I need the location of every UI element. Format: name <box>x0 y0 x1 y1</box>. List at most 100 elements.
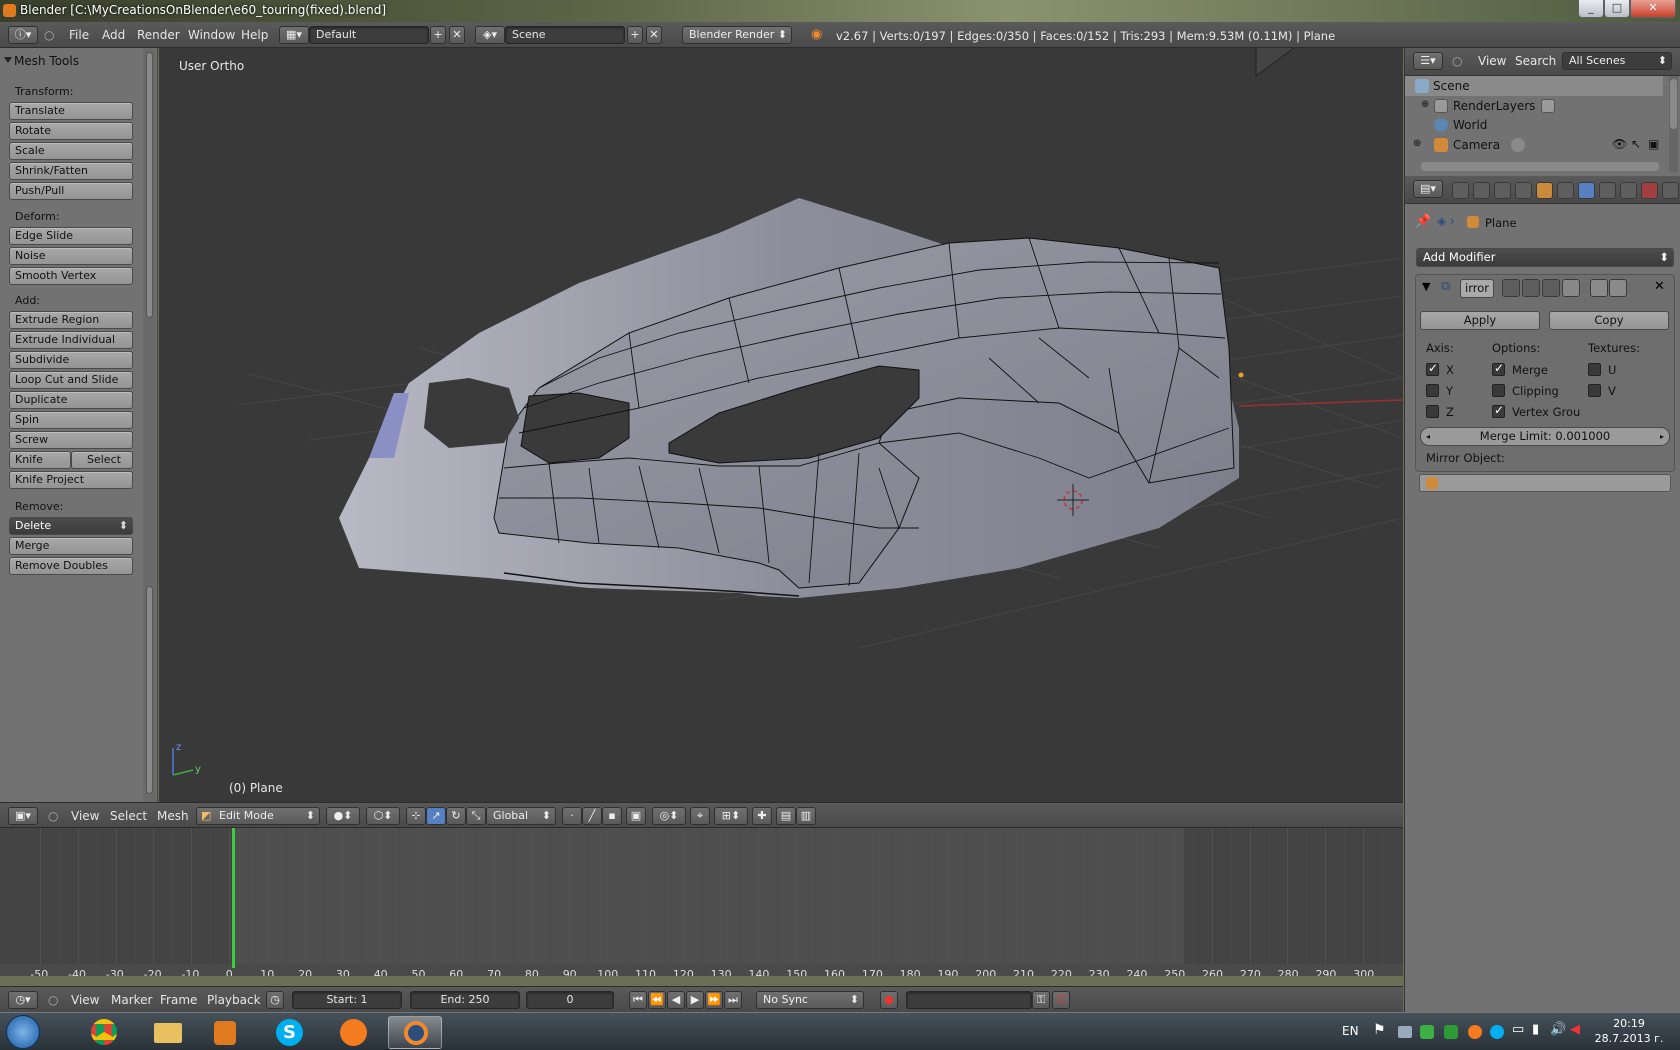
duplicate-button[interactable]: Duplicate <box>9 391 133 409</box>
snap-target-icon[interactable]: ✚ <box>752 807 772 825</box>
scene-field[interactable]: Scene <box>505 26 625 44</box>
knife-button[interactable]: Knife <box>9 451 71 469</box>
rotate-manipulator-icon[interactable]: ↻ <box>446 807 466 825</box>
remove-modifier-icon[interactable]: ✕ <box>1654 279 1665 294</box>
merge-checkbox[interactable] <box>1492 361 1505 376</box>
add-modifier-dropdown[interactable]: Add Modifier ⬍ <box>1416 248 1674 267</box>
tray-green2-icon[interactable] <box>1444 1025 1458 1039</box>
texture-u-checkbox[interactable] <box>1588 363 1601 376</box>
proportional-edit-dropdown[interactable]: ◎⬍ <box>652 807 686 825</box>
extrude-individual-button[interactable]: Extrude Individual <box>9 331 133 349</box>
scroll-thumb[interactable] <box>146 52 153 318</box>
editor-type-properties-icon[interactable]: ▤▾ <box>1413 180 1443 198</box>
jump-start-icon[interactable]: ⏮ <box>629 991 647 1009</box>
menu-window[interactable]: Window <box>188 28 235 42</box>
sync-mode-dropdown[interactable]: No Sync ⬍ <box>756 991 864 1009</box>
tray-app-icon[interactable] <box>1398 1026 1412 1038</box>
collapse-menu-icon[interactable]: ○ <box>48 809 58 823</box>
manipulator-toggle-icon[interactable]: ⊹ <box>406 807 426 825</box>
axis-x-checkbox[interactable] <box>1426 361 1439 376</box>
language-indicator[interactable]: EN <box>1342 1024 1359 1038</box>
start-frame-field[interactable]: Start: 1 <box>292 991 402 1009</box>
shrink-fatten-button[interactable]: Shrink/Fatten <box>9 162 133 180</box>
menu-frame[interactable]: Frame <box>160 993 197 1007</box>
scale-manipulator-icon[interactable]: ⤡ <box>466 807 486 825</box>
face-select-icon[interactable]: ▪ <box>602 807 622 825</box>
opengl-render-icon[interactable]: ▤ <box>776 807 796 825</box>
outliner-item-scene[interactable]: Scene <box>1405 76 1663 96</box>
timeline-ruler[interactable] <box>0 964 1403 976</box>
signal-icon[interactable]: ▮ <box>1532 1022 1539 1037</box>
minimize-button[interactable]: _ <box>1578 0 1604 18</box>
noise-button[interactable]: Noise <box>9 247 133 265</box>
collapse-triangle-icon[interactable]: ▼ <box>1422 280 1430 293</box>
current-frame-cursor[interactable] <box>232 828 235 968</box>
menu-file[interactable]: File <box>69 28 89 42</box>
vertex-select-icon[interactable]: · <box>562 807 582 825</box>
menu-marker[interactable]: Marker <box>111 993 152 1007</box>
network-icon[interactable]: ▭ <box>1512 1022 1524 1037</box>
modifiers-tab-icon[interactable] <box>1578 182 1595 199</box>
render-tab-icon[interactable] <box>1452 182 1469 199</box>
play-icon[interactable]: ▶ <box>686 991 704 1009</box>
system-clock[interactable]: 20:19 28.7.2013 г. <box>1584 1016 1674 1046</box>
subdivide-button[interactable]: Subdivide <box>9 351 133 369</box>
outliner-scrollbar[interactable] <box>1669 76 1678 172</box>
render-toggle-icon[interactable] <box>1502 279 1520 297</box>
snap-element-dropdown[interactable]: ⊞⬍ <box>714 807 748 825</box>
world-tab-icon[interactable] <box>1515 182 1532 199</box>
clipping-checkbox[interactable] <box>1492 384 1505 397</box>
menu-add[interactable]: Add <box>102 28 125 42</box>
cage-toggle-icon[interactable] <box>1562 279 1580 297</box>
tray-avast-icon[interactable] <box>1468 1025 1482 1039</box>
collapse-menu-icon[interactable]: ○ <box>48 993 58 1007</box>
preview-range-icon[interactable]: ◷ <box>266 991 284 1009</box>
move-up-icon[interactable] <box>1590 279 1608 297</box>
menu-render[interactable]: Render <box>137 28 180 42</box>
skype-taskbar-icon[interactable]: S <box>262 1016 316 1049</box>
copy-button[interactable]: Copy <box>1549 311 1669 330</box>
alert-icon[interactable]: ◀ <box>1570 1022 1580 1037</box>
menu-mesh[interactable]: Mesh <box>157 809 189 823</box>
end-frame-field[interactable]: End: 250 <box>410 991 520 1009</box>
jump-keyframe-back-icon[interactable]: ⏪ <box>648 991 666 1009</box>
screw-button[interactable]: Screw <box>9 431 133 449</box>
increment-arrow-icon[interactable]: ▸ <box>1660 428 1664 445</box>
collapse-menu-icon[interactable]: ○ <box>44 28 54 42</box>
vertex-groups-checkbox[interactable] <box>1492 403 1505 418</box>
merge-button[interactable]: Merge <box>9 537 133 555</box>
menu-view[interactable]: View <box>71 993 99 1007</box>
loop-cut-slide-button[interactable]: Loop Cut and Slide <box>9 371 133 389</box>
data-tab-icon[interactable] <box>1599 182 1616 199</box>
viewport-toggle-icon[interactable] <box>1522 279 1540 297</box>
outliner-item-camera[interactable]: ⊕ Camera 👁 ↖ ▣ <box>1405 135 1663 155</box>
menu-select[interactable]: Select <box>110 809 147 823</box>
delete-dropdown[interactable]: Delete ⬍ <box>9 517 133 535</box>
collapse-triangle-icon[interactable] <box>4 57 12 63</box>
play-reverse-icon[interactable]: ◀ <box>667 991 685 1009</box>
render-engine-dropdown[interactable]: Blender Render ⬍ <box>682 26 792 44</box>
keying-set-field[interactable] <box>906 991 1032 1009</box>
rotate-button[interactable]: Rotate <box>9 122 133 140</box>
start-button-icon[interactable] <box>6 1015 40 1049</box>
extrude-region-button[interactable]: Extrude Region <box>9 311 133 329</box>
push-pull-button[interactable]: Push/Pull <box>9 182 133 200</box>
menu-view[interactable]: View <box>1478 54 1506 68</box>
translate-button[interactable]: Translate <box>9 102 133 120</box>
display-mode-dropdown[interactable]: All Scenes ⬍ <box>1562 52 1672 70</box>
scene-tab-icon[interactable] <box>1494 182 1511 199</box>
axis-z-checkbox[interactable] <box>1426 405 1439 418</box>
limit-selection-icon[interactable]: ▣ <box>626 807 646 825</box>
render-layers-tab-icon[interactable] <box>1473 182 1490 199</box>
axis-y-checkbox[interactable] <box>1426 384 1439 397</box>
mode-dropdown[interactable]: ◩ Edit Mode ⬍ <box>196 807 320 825</box>
modifier-name-field[interactable]: irror <box>1460 279 1494 298</box>
object-tab-icon[interactable] <box>1536 182 1553 199</box>
current-frame-field[interactable]: 0 <box>526 991 614 1009</box>
knife-select-button[interactable]: Select <box>71 451 133 469</box>
renderable-camera-icon[interactable]: ▣ <box>1648 137 1659 151</box>
scale-button[interactable]: Scale <box>9 142 133 160</box>
volume-icon[interactable]: 🔊 <box>1550 1022 1566 1037</box>
screen-layout-field[interactable]: Default <box>309 26 429 44</box>
move-down-icon[interactable] <box>1609 279 1627 297</box>
